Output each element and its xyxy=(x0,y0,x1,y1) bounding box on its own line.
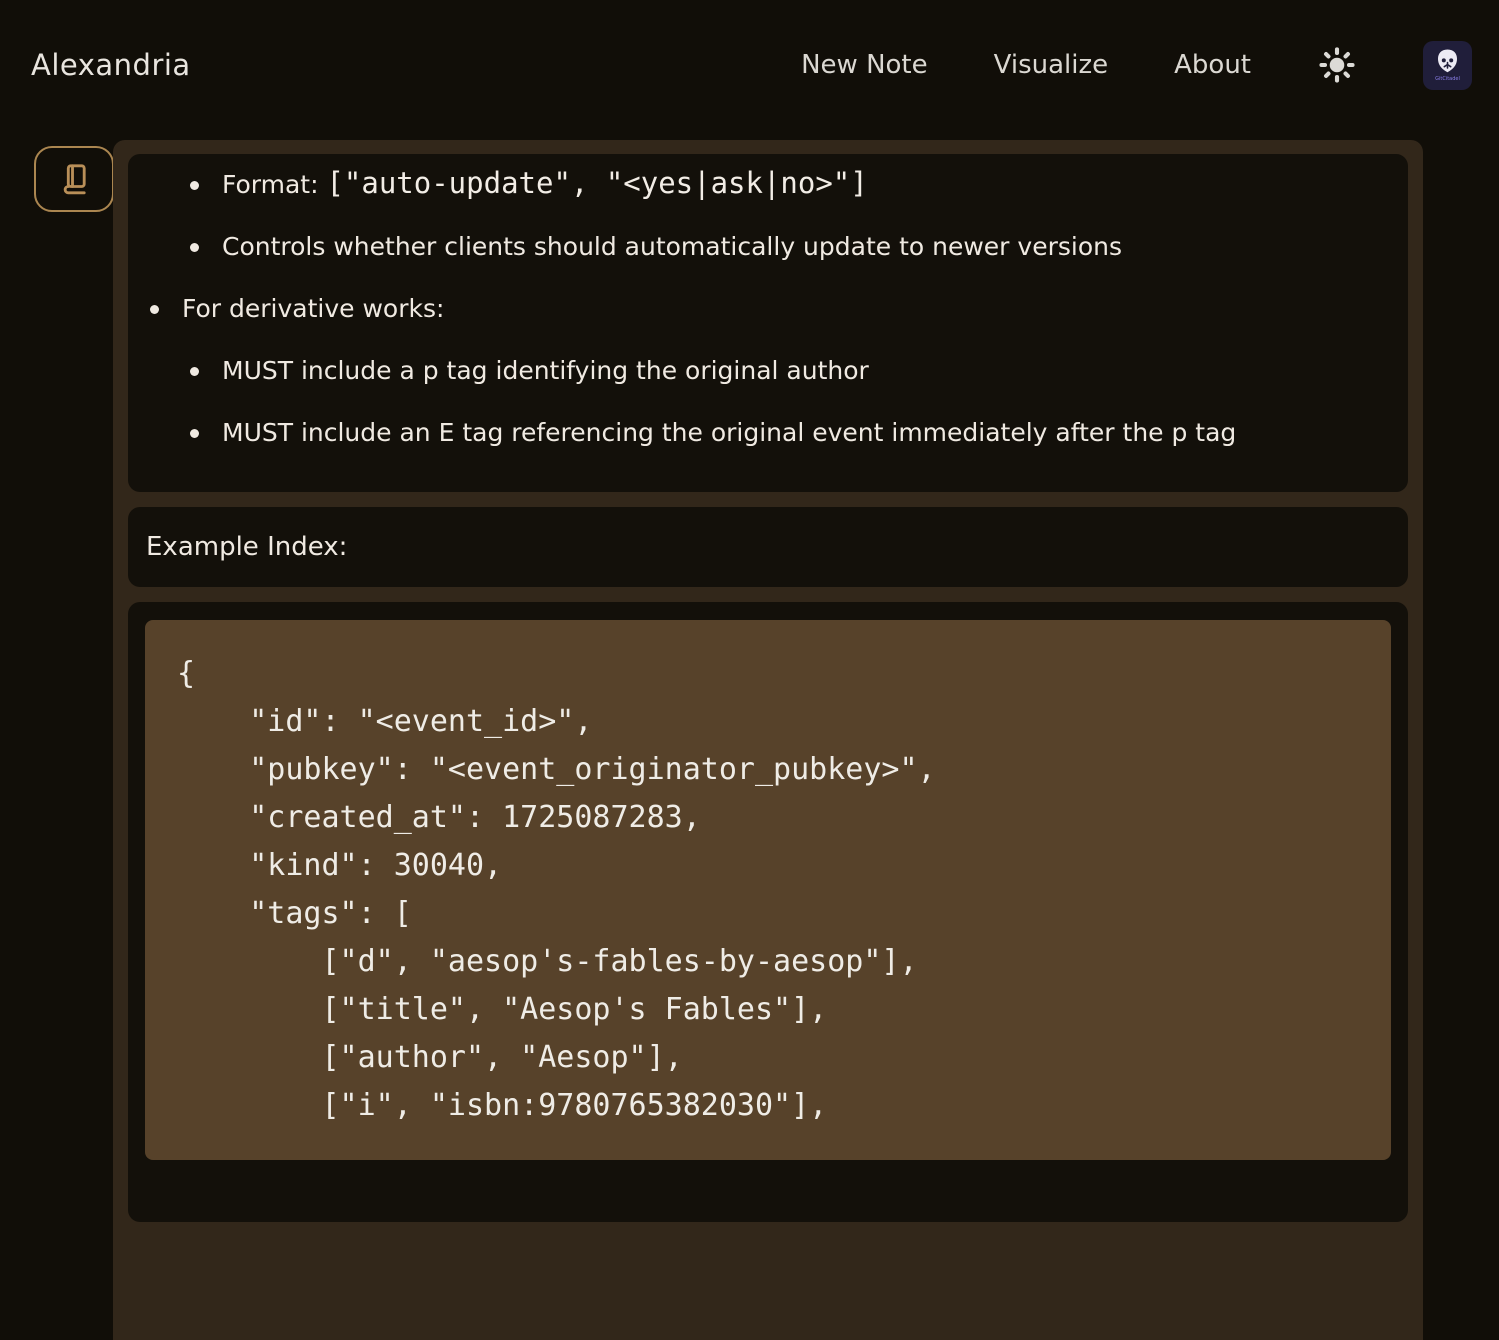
list-item-text: MUST include a p tag identifying the ori… xyxy=(222,356,869,385)
spec-rules-list: Format: ["auto-update", "<yes|ask|no>"] C… xyxy=(128,154,1408,451)
json-code-block: { "id": "<event_id>", "pubkey": "<event_… xyxy=(145,620,1391,1160)
list-item: Format: ["auto-update", "<yes|ask|no>"] xyxy=(128,167,1408,203)
gitcitadel-logo[interactable]: GitCitadel xyxy=(1423,41,1472,90)
sun-icon xyxy=(1318,46,1356,84)
navbar-right: New Note Visualize About xyxy=(801,41,1472,90)
nav-link-visualize[interactable]: Visualize xyxy=(994,50,1109,80)
list-item: Controls whether clients should automati… xyxy=(128,229,1408,265)
code-line: "pubkey": "<event_originator_pubkey>", xyxy=(177,746,1359,794)
example-heading: Example Index: xyxy=(146,532,347,562)
list-item-text: Format: xyxy=(222,170,326,199)
nav-link-about[interactable]: About xyxy=(1174,50,1251,80)
navbar: Alexandria New Note Visualize About xyxy=(0,0,1499,130)
content-wrapper: Format: ["auto-update", "<yes|ask|no>"] C… xyxy=(113,140,1423,1340)
theme-toggle-button[interactable] xyxy=(1317,45,1357,85)
logo-caption: GitCitadel xyxy=(1435,76,1460,82)
example-heading-card: Example Index: xyxy=(128,507,1408,587)
code-line: "id": "<event_id>", xyxy=(177,698,1359,746)
toc-toggle-button[interactable] xyxy=(34,146,114,212)
book-icon xyxy=(56,161,92,197)
spec-rules-card: Format: ["auto-update", "<yes|ask|no>"] C… xyxy=(128,154,1408,492)
brand-title[interactable]: Alexandria xyxy=(31,48,191,82)
inline-code: ["auto-update", "<yes|ask|no>"] xyxy=(326,166,867,200)
code-line: "created_at": 1725087283, xyxy=(177,794,1359,842)
code-line: "kind": 30040, xyxy=(177,842,1359,890)
example-index-card: { "id": "<event_id>", "pubkey": "<event_… xyxy=(128,602,1408,1222)
list-item-text: Controls whether clients should automati… xyxy=(222,232,1122,261)
code-line: ["author", "Aesop"], xyxy=(177,1034,1359,1082)
nav-link-new-note[interactable]: New Note xyxy=(801,50,928,80)
list-item-text: MUST include an E tag referencing the or… xyxy=(222,418,1236,447)
list-item: MUST include an E tag referencing the or… xyxy=(128,415,1408,451)
code-line: ["i", "isbn:9780765382030"], xyxy=(177,1082,1359,1130)
list-item-text: For derivative works: xyxy=(182,294,444,323)
code-line: "tags": [ xyxy=(177,890,1359,938)
list-item: For derivative works: xyxy=(128,291,1408,327)
list-item: MUST include a p tag identifying the ori… xyxy=(128,353,1408,389)
code-line: ["d", "aesop's-fables-by-aesop"], xyxy=(177,938,1359,986)
code-line: { xyxy=(177,650,1359,698)
code-line: ["title", "Aesop's Fables"], xyxy=(177,986,1359,1034)
